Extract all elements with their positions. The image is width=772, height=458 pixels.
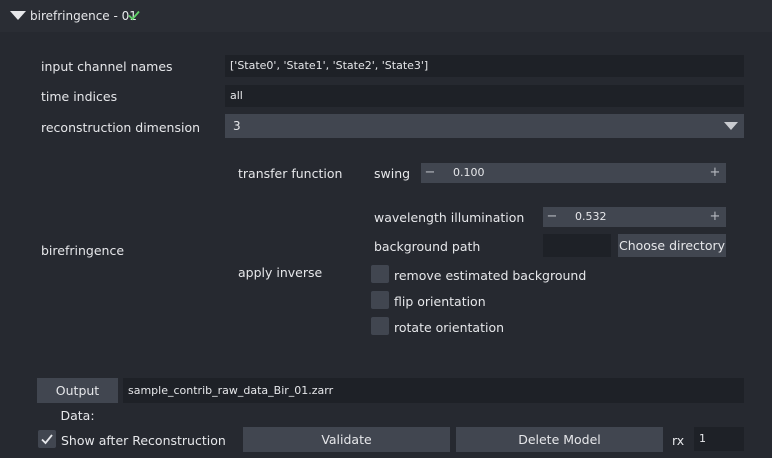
check-icon	[128, 10, 140, 21]
flip-orientation-label: flip orientation	[394, 294, 486, 309]
swing-spinbox[interactable]: − 0.100 +	[421, 163, 726, 183]
delete-model-button[interactable]: Delete Model	[456, 427, 663, 452]
time-indices-field[interactable]: all	[225, 85, 744, 107]
reconstruction-dimension-value: 3	[233, 119, 241, 133]
header-title: birefringence - 01	[30, 9, 137, 23]
reconstruction-dimension-select[interactable]: 3	[225, 114, 744, 138]
plus-icon[interactable]: +	[706, 163, 724, 183]
rx-label: rx	[672, 433, 685, 448]
collapse-triangle-icon[interactable]	[10, 11, 26, 20]
show-after-reconstruction-checkbox[interactable]	[38, 430, 56, 448]
plus-icon[interactable]: +	[706, 207, 724, 227]
remove-estimated-background-checkbox[interactable]	[371, 265, 389, 283]
wavelength-illumination-label: wavelength illumination	[374, 210, 525, 225]
check-icon	[41, 434, 53, 445]
rotate-orientation-label: rotate orientation	[394, 320, 505, 335]
transfer-function-label: transfer function	[238, 166, 343, 181]
validate-button[interactable]: Validate	[243, 427, 450, 452]
background-path-field[interactable]	[543, 234, 611, 257]
output-data-field[interactable]: sample_contrib_raw_data_Bir_01.zarr	[123, 378, 744, 403]
flip-orientation-checkbox[interactable]	[371, 291, 389, 309]
wavelength-value: 0.532	[575, 210, 607, 223]
background-path-label: background path	[374, 239, 481, 254]
reconstruction-dimension-label: reconstruction dimension	[41, 120, 201, 135]
remove-estimated-background-label: remove estimated background	[394, 268, 587, 283]
time-indices-label: time indices	[41, 89, 118, 104]
show-after-reconstruction-label: Show after Reconstruction	[61, 433, 226, 448]
swing-value: 0.100	[453, 166, 485, 179]
minus-icon[interactable]: −	[421, 163, 439, 183]
input-channel-names-field[interactable]: ['State0', 'State1', 'State2', 'State3']	[225, 55, 744, 77]
input-channel-names-label: input channel names	[41, 59, 173, 74]
output-data-button[interactable]: Output Data:	[37, 378, 118, 423]
swing-label: swing	[374, 166, 411, 181]
wavelength-spinbox[interactable]: − 0.532 +	[543, 207, 726, 227]
apply-inverse-label: apply inverse	[238, 265, 323, 280]
rx-field[interactable]: 1	[694, 427, 744, 451]
minus-icon[interactable]: −	[543, 207, 561, 227]
chevron-down-icon[interactable]	[724, 122, 738, 130]
rotate-orientation-checkbox[interactable]	[371, 317, 389, 335]
choose-directory-button[interactable]: Choose directory	[618, 234, 726, 257]
birefringence-label: birefringence	[41, 243, 125, 258]
collapsible-header[interactable]: birefringence - 01	[0, 0, 772, 32]
